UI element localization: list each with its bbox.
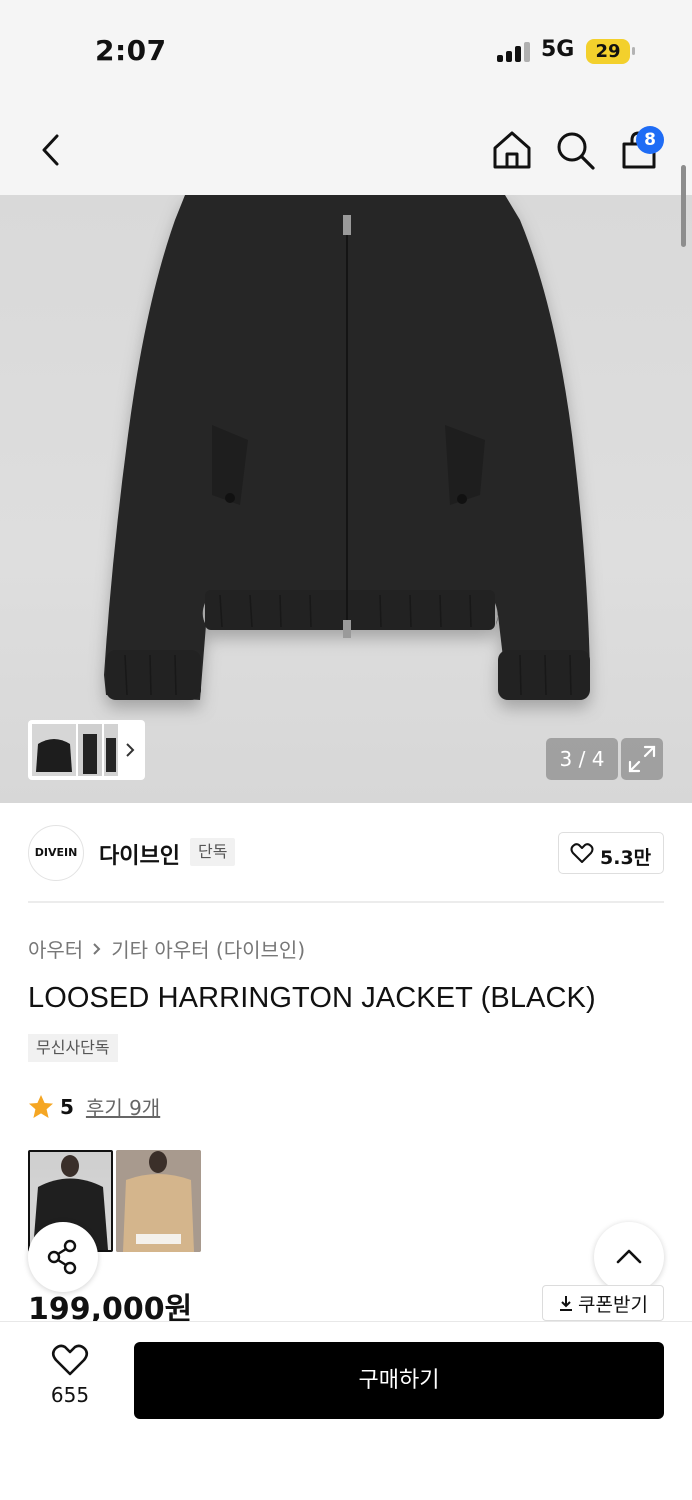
share-button[interactable]	[28, 1222, 98, 1292]
gallery-thumbnails[interactable]	[28, 720, 145, 780]
status-time: 2:07	[95, 34, 167, 67]
scroll-indicator[interactable]	[681, 165, 686, 247]
review-link[interactable]: 후기 9개	[86, 1092, 160, 1121]
cart-count-badge: 8	[636, 126, 664, 154]
home-icon[interactable]	[490, 128, 534, 172]
star-icon	[29, 1094, 53, 1118]
battery-tip	[632, 47, 635, 55]
chevron-right-icon	[91, 939, 103, 959]
nav-header	[0, 100, 692, 195]
wishlist-button[interactable]: 655	[28, 1343, 112, 1413]
search-icon[interactable]	[553, 128, 597, 172]
back-arrow-icon[interactable]	[30, 128, 74, 172]
wishlist-count: 655	[50, 1383, 90, 1407]
chevron-up-icon	[616, 1249, 642, 1264]
status-bar: 2:07 5G 29	[0, 0, 692, 100]
breadcrumb-category[interactable]: 아우터	[28, 934, 83, 963]
jacket-image	[104, 195, 590, 700]
brand-logo[interactable]: DIVEIN	[28, 825, 84, 881]
brand-name[interactable]: 다이브인	[99, 838, 180, 870]
breadcrumb: 아우터 기타 아우터 (다이브인)	[28, 934, 305, 963]
heart-icon	[570, 843, 594, 863]
share-icon	[47, 1239, 77, 1275]
product-title: LOOSED HARRINGTON JACKET (BLACK)	[28, 982, 596, 1014]
coupon-label: 쿠폰받기	[578, 1293, 648, 1316]
exclusive-tag: 무신사단독	[28, 1034, 118, 1062]
buy-button[interactable]: 구매하기	[134, 1342, 664, 1419]
expand-icon[interactable]	[621, 738, 663, 780]
product-image[interactable]	[0, 195, 692, 803]
signal-icon	[497, 42, 531, 62]
divider	[28, 901, 664, 903]
battery-icon: 29	[586, 39, 630, 64]
breadcrumb-subcategory[interactable]: 기타 아우터 (다이브인)	[111, 934, 305, 963]
rating-score: 5	[60, 1094, 74, 1119]
brand-like-count: 5.3만	[600, 847, 652, 869]
brand-like-button[interactable]: 5.3만	[558, 832, 664, 874]
coupon-button[interactable]: 쿠폰받기	[542, 1285, 664, 1321]
download-icon	[560, 1296, 573, 1311]
brand-exclusive-badge: 단독	[190, 838, 236, 866]
network-label: 5G	[541, 37, 575, 62]
heart-icon	[51, 1344, 89, 1376]
gallery-counter: 3 / 4	[546, 738, 618, 780]
color-option-beige[interactable]	[116, 1150, 201, 1252]
scroll-top-button[interactable]	[594, 1222, 664, 1292]
rating-row: 5 후기 9개	[28, 1092, 160, 1121]
